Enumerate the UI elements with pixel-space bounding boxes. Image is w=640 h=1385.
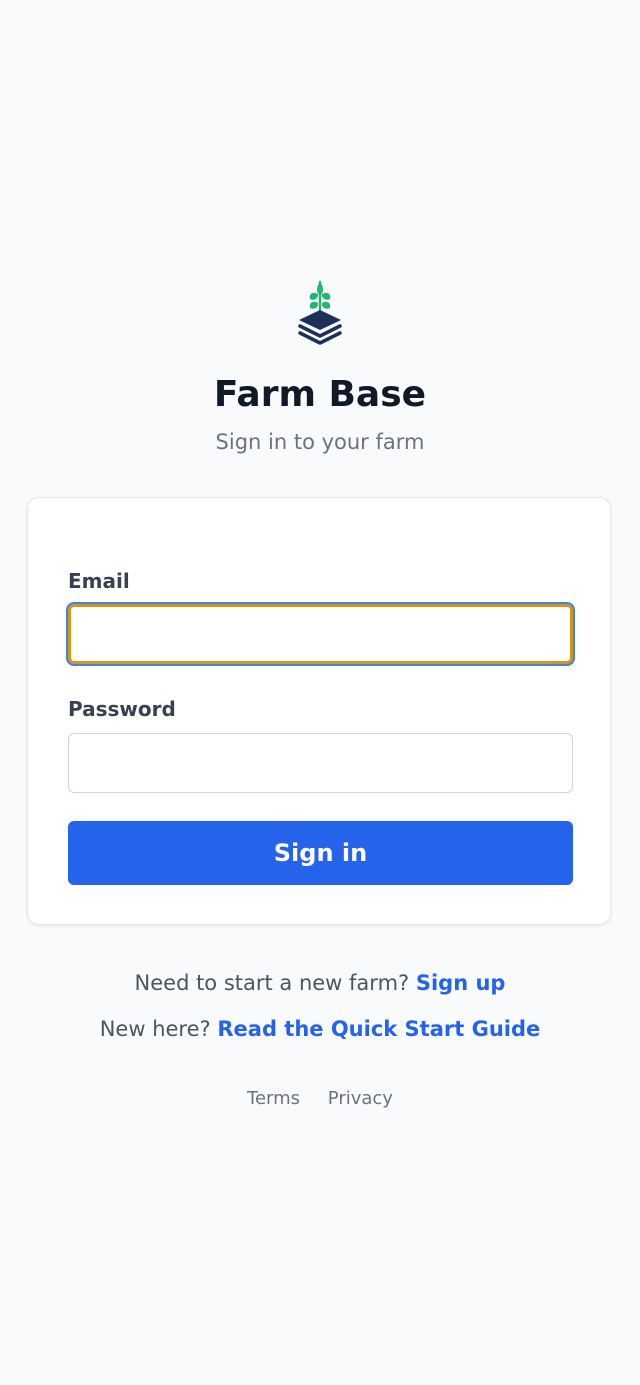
guide-line: New here? Read the Quick Start Guide — [0, 1014, 640, 1044]
terms-link[interactable]: Terms — [247, 1088, 300, 1109]
sign-in-button[interactable]: Sign in — [68, 821, 573, 885]
sign-up-link[interactable]: Sign up — [416, 971, 506, 995]
farm-logo-icon — [298, 280, 342, 345]
email-label: Email — [68, 569, 130, 593]
email-field[interactable] — [68, 604, 573, 664]
password-field[interactable] — [68, 733, 573, 793]
app-title: Farm Base — [213, 374, 427, 415]
footer: Terms Privacy — [0, 1087, 640, 1111]
quick-start-guide-link[interactable]: Read the Quick Start Guide — [217, 1017, 540, 1041]
signin-card: Email Password Sign in — [27, 497, 611, 925]
signup-prompt: Need to start a new farm? — [134, 971, 410, 995]
guide-prompt: New here? — [99, 1017, 211, 1041]
privacy-link[interactable]: Privacy — [328, 1088, 393, 1109]
signup-line: Need to start a new farm? Sign up — [0, 968, 640, 998]
app-subtitle: Sign in to your farm — [215, 430, 425, 454]
password-label: Password — [68, 697, 176, 721]
